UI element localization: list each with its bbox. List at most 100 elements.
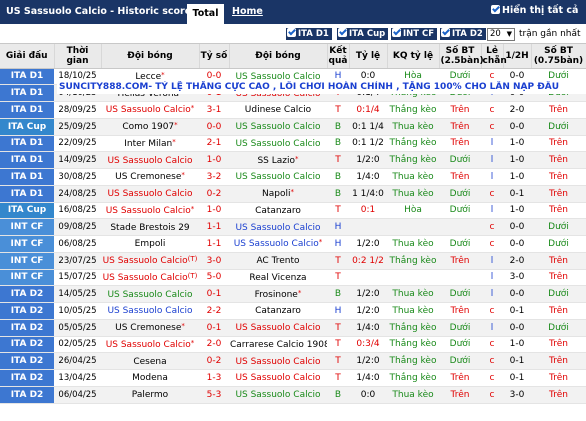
table-row: ITA Cup 25/09/25 Como 1907* 0-0 US Sassuolo … [0,118,586,136]
score-cell[interactable]: 5-3 [199,386,229,404]
away-team[interactable]: Carrarese Calcio 1908 [229,336,327,354]
filter-ita-d2[interactable]: ITA D2 [440,28,486,40]
league-cell[interactable]: ITA D1 [0,185,54,203]
home-team[interactable]: Cesena [101,352,199,370]
league-cell[interactable]: INT CF [0,252,54,270]
over-under-half-cell: Trên [531,302,586,320]
score-cell[interactable]: 3-1 [199,101,229,119]
over-under-half-cell: Trên [531,386,586,404]
league-cell[interactable]: ITA D1 [0,84,54,102]
score-cell[interactable]: 3-0 [199,252,229,270]
league-cell[interactable]: ITA D2 [0,352,54,370]
league-cell[interactable]: ITA D2 [0,386,54,404]
score-cell[interactable]: 0-2 [199,185,229,203]
home-team[interactable]: US Sassuolo Calcio [101,151,199,169]
tab-total[interactable]: Total [187,4,224,24]
league-cell[interactable]: ITA D1 [0,101,54,119]
home-team[interactable]: US Sassuolo Calcio [101,285,199,303]
league-cell[interactable]: ITA D1 [0,68,54,86]
score-cell[interactable]: 2-0 [199,336,229,354]
away-team[interactable]: US Sassuolo Calcio [229,135,327,153]
home-team[interactable]: US Sassuolo Calcio* [101,336,199,354]
score-cell[interactable]: 0-2 [199,352,229,370]
away-team[interactable]: Real Vicenza [229,269,327,287]
checkbox-icon[interactable] [491,5,500,14]
league-cell[interactable]: ITA D1 [0,168,54,186]
league-cell[interactable]: ITA D1 [0,151,54,169]
score-cell[interactable]: 5-0 [199,269,229,287]
filter-int-cf[interactable]: INT CF [391,28,438,40]
home-team[interactable]: US Sassuolo Calcio(T) [101,252,199,270]
away-marker: * [295,154,299,163]
table-row: INT CF 15/07/25 US Sassuolo Calcio(T) 5-0 Re… [0,269,586,287]
home-team[interactable]: US Sassuolo Calcio(T) [101,269,199,287]
home-marker: * [172,137,176,146]
away-team[interactable]: Napoli* [229,185,327,203]
checkbox-icon[interactable] [287,28,296,37]
score-cell[interactable]: 1-1 [199,218,229,236]
league-cell[interactable]: ITA D1 [0,135,54,153]
filter-ita-cup[interactable]: ITA Cup [337,28,389,40]
home-team[interactable]: Modena [101,369,199,387]
home-team[interactable]: US Cremonese* [101,168,199,186]
away-team[interactable]: AC Trento [229,252,327,270]
show-all-toggle[interactable]: Hiển thị tất cả [491,5,578,16]
away-team[interactable]: US Sassuolo Calcio [229,168,327,186]
tab-home[interactable]: Home [232,6,263,17]
checkbox-icon[interactable] [441,28,450,37]
home-team[interactable]: Stade Brestois 29 [101,218,199,236]
score-cell[interactable]: 2-2 [199,302,229,320]
match-count-select[interactable]: 20 ▼ [487,28,515,41]
score-cell[interactable]: 0-1 [199,319,229,337]
score-cell[interactable]: 1-1 [199,235,229,253]
home-team[interactable]: Empoli [101,235,199,253]
away-team[interactable]: US Sassuolo Calcio [229,118,327,136]
home-team[interactable]: US Sassuolo Calcio [101,302,199,320]
home-team[interactable]: US Sassuolo Calcio* [101,101,199,119]
away-team[interactable]: US Sassuolo Calcio [229,352,327,370]
away-team[interactable]: Frosinone* [229,285,327,303]
over-under-half-cell: Dưới [531,118,586,136]
away-team[interactable]: Udinese Calcio [229,101,327,119]
filter-ita-d1[interactable]: ITA D1 [286,28,332,40]
league-cell[interactable]: ITA Cup [0,202,54,220]
home-team[interactable]: US Cremonese* [101,319,199,337]
away-team[interactable]: US Sassuolo Calcio [229,218,327,236]
league-cell[interactable]: ITA D2 [0,336,54,354]
score-cell[interactable]: 3-2 [199,168,229,186]
home-team[interactable]: Inter Milan* [101,135,199,153]
league-cell[interactable]: INT CF [0,218,54,236]
score-cell[interactable]: 0-0 [199,118,229,136]
score-cell[interactable]: 1-0 [199,202,229,220]
recent-label: trận gần nhất [519,29,581,39]
league-cell[interactable]: ITA D2 [0,285,54,303]
away-team[interactable]: Catanzaro [229,202,327,220]
home-team[interactable]: Palermo [101,386,199,404]
home-team[interactable]: US Sassuolo Calcio* [101,202,199,220]
away-team[interactable]: US Sassuolo Calcio* [229,235,327,253]
league-cell[interactable]: ITA D2 [0,319,54,337]
away-team[interactable]: US Sassuolo Calcio [229,386,327,404]
home-team[interactable]: Como 1907* [101,118,199,136]
handicap-result-cell: Thua kèo [387,185,439,203]
away-team[interactable]: SS Lazio* [229,151,327,169]
half-time-cell: 1-0 [503,151,531,169]
league-cell[interactable]: ITA Cup [0,118,54,136]
league-cell[interactable]: INT CF [0,269,54,287]
away-team[interactable]: US Sassuolo Calcio [229,319,327,337]
away-team[interactable]: US Sassuolo Calcio [229,369,327,387]
checkbox-icon[interactable] [338,28,347,37]
score-cell[interactable]: 1-0 [199,151,229,169]
home-team[interactable]: US Sassuolo Calcio [101,185,199,203]
promo-banner[interactable]: SUNCITY888.COM- TỶ LỆ THẮNG CỰC CAO , LỐ… [57,81,586,94]
score-cell[interactable]: 1-3 [199,369,229,387]
away-team[interactable]: Catanzaro [229,302,327,320]
score-cell[interactable]: 0-1 [199,285,229,303]
score-cell[interactable]: 2-1 [199,135,229,153]
odd-even-cell: l [481,319,503,337]
result-cell: H [327,235,349,253]
league-cell[interactable]: ITA D2 [0,302,54,320]
checkbox-icon[interactable] [392,28,401,37]
league-cell[interactable]: INT CF [0,235,54,253]
league-cell[interactable]: ITA D2 [0,369,54,387]
